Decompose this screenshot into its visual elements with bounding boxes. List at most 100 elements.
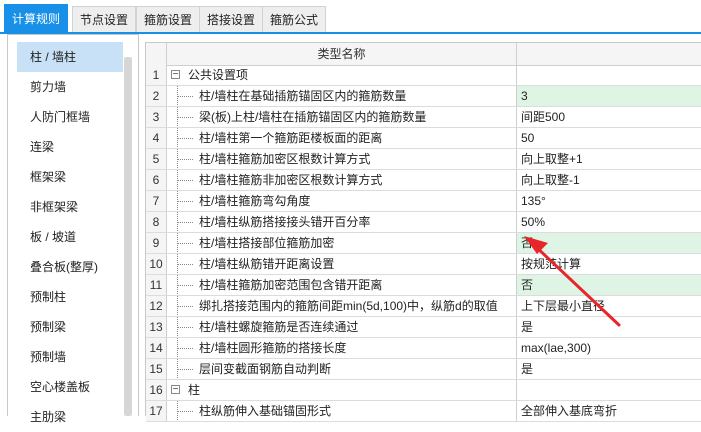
row-value[interactable]: 间距500 xyxy=(517,107,701,127)
row-value[interactable]: 向上取整+1 xyxy=(517,149,701,169)
row-name: 梁(板)上柱/墙柱在插筋锚固区内的箍筋数量 xyxy=(167,107,517,127)
table-row[interactable]: 9 柱/墙柱搭接部位箍筋加密 否 xyxy=(146,233,701,254)
table-row[interactable]: 7 柱/墙柱箍筋弯勾角度 135° xyxy=(146,191,701,212)
row-label: 柱/墙柱搭接部位箍筋加密 xyxy=(199,236,335,250)
row-value[interactable]: 135° xyxy=(517,191,701,211)
list-item-composite-slab[interactable]: 叠合板(整厚) xyxy=(17,252,123,282)
table-row[interactable]: 10 柱/墙柱纵筋错开距离设置 按规范计算 xyxy=(146,254,701,275)
row-name: 柱/墙柱箍筋加密区根数计算方式 xyxy=(167,149,517,169)
row-label: 柱/墙柱第一个箍筋距楼板面的距离 xyxy=(199,131,383,145)
row-value[interactable] xyxy=(517,380,701,400)
row-value[interactable]: 是 xyxy=(517,359,701,379)
row-label: 层间变截面钢筋自动判断 xyxy=(199,362,332,376)
tab-lap-settings[interactable]: 搭接设置 xyxy=(199,6,264,32)
table-row[interactable]: 2 柱/墙柱在基础插筋锚固区内的箍筋数量 3 xyxy=(146,86,701,107)
row-name: 柱/墙柱纵筋错开距离设置 xyxy=(167,254,517,274)
collapse-icon[interactable]: − xyxy=(171,385,180,395)
row-value[interactable]: 按规范计算 xyxy=(517,254,701,274)
header-num-col xyxy=(146,43,167,65)
tab-node-settings[interactable]: 节点设置 xyxy=(72,6,137,32)
row-number: 7 xyxy=(146,191,167,211)
row-number: 8 xyxy=(146,212,167,232)
row-value[interactable]: 向上取整-1 xyxy=(517,170,701,190)
tab-bar: 计算规则 节点设置 箍筋设置 搭接设置 箍筋公式 xyxy=(0,0,701,34)
list-item-precast-wall[interactable]: 预制墙 xyxy=(17,342,123,372)
row-number: 15 xyxy=(146,359,167,379)
row-value[interactable]: 50 xyxy=(517,128,701,148)
list-scrollbar-thumb[interactable] xyxy=(124,57,132,416)
row-number: 10 xyxy=(146,254,167,274)
row-name: − 公共设置项 xyxy=(167,65,517,85)
list-item-hollow-floor-slab[interactable]: 空心楼盖板 xyxy=(17,372,123,402)
list-item-shear-wall[interactable]: 剪力墙 xyxy=(17,72,123,102)
table-row[interactable]: 5 柱/墙柱箍筋加密区根数计算方式 向上取整+1 xyxy=(146,149,701,170)
table-row[interactable]: 13 柱/墙柱螺旋箍筋是否连续通过 是 xyxy=(146,317,701,338)
list-item-precast-column[interactable]: 预制柱 xyxy=(17,282,123,312)
list-item-main-rib-beam[interactable]: 主肋梁 xyxy=(17,402,123,432)
collapse-icon[interactable]: − xyxy=(171,70,180,80)
tab-stirrup-settings[interactable]: 箍筋设置 xyxy=(136,6,201,32)
tab-stirrup-formula[interactable]: 箍筋公式 xyxy=(262,6,327,32)
table-row[interactable]: 4 柱/墙柱第一个箍筋距楼板面的距离 50 xyxy=(146,128,701,149)
header-value-col xyxy=(517,43,701,65)
row-value[interactable]: 上下层最小直径 xyxy=(517,296,701,316)
row-label: 柱/墙柱箍筋非加密区根数计算方式 xyxy=(199,173,383,187)
row-number: 5 xyxy=(146,149,167,169)
row-number: 3 xyxy=(146,107,167,127)
row-number: 16 xyxy=(146,380,167,400)
row-value[interactable]: max(lae,300) xyxy=(517,338,701,358)
table-row[interactable]: 12 绑扎搭接范围内的箍筋间距min(5d,100)中，纵筋d的取值 上下层最小… xyxy=(146,296,701,317)
row-label: 柱/墙柱圆形箍筋的搭接长度 xyxy=(199,341,347,355)
group-label: 柱 xyxy=(188,383,201,397)
row-label: 绑扎搭接范围内的箍筋间距min(5d,100)中，纵筋d的取值 xyxy=(199,299,498,313)
table-row[interactable]: 15 层间变截面钢筋自动判断 是 xyxy=(146,359,701,380)
row-value[interactable]: 否 xyxy=(517,233,701,253)
row-number: 2 xyxy=(146,86,167,106)
table-row[interactable]: 3 梁(板)上柱/墙柱在插筋锚固区内的箍筋数量 间距500 xyxy=(146,107,701,128)
list-item-precast-beam[interactable]: 预制梁 xyxy=(17,312,123,342)
row-label: 柱纵筋伸入基础锚固形式 xyxy=(199,404,332,418)
list-item-coupling-beam[interactable]: 连梁 xyxy=(17,132,123,162)
row-number: 6 xyxy=(146,170,167,190)
table-row[interactable]: 6 柱/墙柱箍筋非加密区根数计算方式 向上取整-1 xyxy=(146,170,701,191)
table-row[interactable]: 8 柱/墙柱纵筋搭接接头错开百分率 50% xyxy=(146,212,701,233)
table-row[interactable]: 14 柱/墙柱圆形箍筋的搭接长度 max(lae,300) xyxy=(146,338,701,359)
list-item-non-frame-beam[interactable]: 非框架梁 xyxy=(17,192,123,222)
row-name: − 柱 xyxy=(167,380,517,400)
row-value[interactable]: 3 xyxy=(517,86,701,106)
row-name: 柱/墙柱在基础插筋锚固区内的箍筋数量 xyxy=(167,86,517,106)
row-name: 柱/墙柱箍筋弯勾角度 xyxy=(167,191,517,211)
table-row[interactable]: 1 − 公共设置项 xyxy=(146,65,701,86)
row-name: 绑扎搭接范围内的箍筋间距min(5d,100)中，纵筋d的取值 xyxy=(167,296,517,316)
row-number: 12 xyxy=(146,296,167,316)
row-name: 层间变截面钢筋自动判断 xyxy=(167,359,517,379)
table-row[interactable]: 17 柱纵筋伸入基础锚固形式 全部伸入基底弯折 xyxy=(146,401,701,422)
row-number: 9 xyxy=(146,233,167,253)
row-label: 柱/墙柱在基础插筋锚固区内的箍筋数量 xyxy=(199,89,407,103)
row-value[interactable] xyxy=(517,65,701,85)
list-item-civil-defense-door-frame[interactable]: 人防门框墙 xyxy=(17,102,123,132)
row-name: 柱/墙柱箍筋非加密区根数计算方式 xyxy=(167,170,517,190)
row-name: 柱/墙柱第一个箍筋距楼板面的距离 xyxy=(167,128,517,148)
row-value[interactable]: 否 xyxy=(517,275,701,295)
list-item-column[interactable]: 柱 / 墙柱 xyxy=(17,42,123,72)
row-value[interactable]: 是 xyxy=(517,317,701,337)
row-number: 11 xyxy=(146,275,167,295)
row-name: 柱纵筋伸入基础锚固形式 xyxy=(167,401,517,421)
row-label: 柱/墙柱纵筋搭接接头错开百分率 xyxy=(199,215,371,229)
list-item-frame-beam[interactable]: 框架梁 xyxy=(17,162,123,192)
row-name: 柱/墙柱螺旋箍筋是否连续通过 xyxy=(167,317,517,337)
row-value[interactable]: 50% xyxy=(517,212,701,232)
tab-calc-rules[interactable]: 计算规则 xyxy=(4,4,69,33)
row-number: 14 xyxy=(146,338,167,358)
row-name: 柱/墙柱圆形箍筋的搭接长度 xyxy=(167,338,517,358)
list-item-slab-ramp[interactable]: 板 / 坡道 xyxy=(17,222,123,252)
table-header: 类型名称 xyxy=(146,43,701,66)
table-row[interactable]: 16 − 柱 xyxy=(146,380,701,401)
row-number: 4 xyxy=(146,128,167,148)
row-number: 1 xyxy=(146,65,167,85)
row-number: 17 xyxy=(146,401,167,421)
table-row[interactable]: 11 柱/墙柱箍筋加密范围包含错开距离 否 xyxy=(146,275,701,296)
header-name-col: 类型名称 xyxy=(167,43,517,65)
row-value[interactable]: 全部伸入基底弯折 xyxy=(517,401,701,421)
